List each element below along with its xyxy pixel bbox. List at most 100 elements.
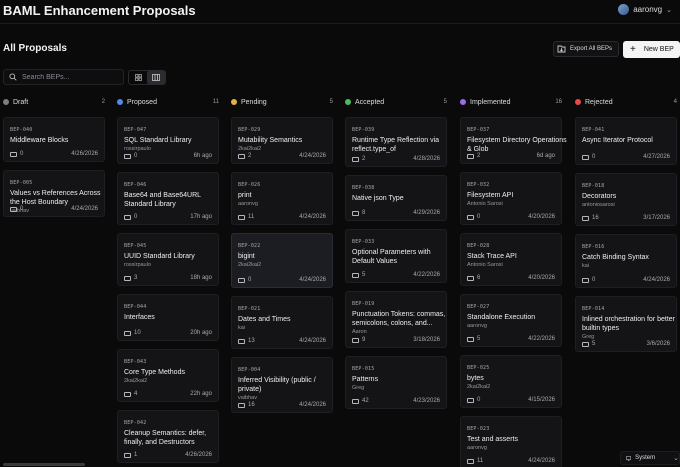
card-title: print <box>238 192 252 199</box>
card-id: BEP-041 <box>582 127 605 133</box>
proposal-card[interactable]: BEP-027 Standalone Execution aaronvg 5 4/22/… <box>460 294 562 347</box>
comment-count: 16 <box>238 402 255 408</box>
card-id: BEP-025 <box>467 365 490 371</box>
card-title: Optional Parameters with Default Values <box>352 249 431 265</box>
card-author: Greg <box>582 334 595 340</box>
comment-count-value: 9 <box>362 337 366 343</box>
comment-icon <box>124 214 131 220</box>
card-title: Cleanup Semantics: defer, finally, and D… <box>124 430 207 446</box>
proposal-card[interactable]: BEP-015 Patterns Greg 42 4/23/2026 <box>345 356 447 409</box>
proposal-card[interactable]: BEP-045 UUID Standard Library rossirpaulo 3… <box>117 233 219 286</box>
proposal-card[interactable]: BEP-021 Dates and Times kai 13 4/24/2026 <box>231 296 333 349</box>
proposal-card[interactable]: BEP-029 Mutability Semantics 2kai2kai2 2 4/2… <box>231 117 333 164</box>
proposal-card[interactable]: BEP-043 Core Type Methods 2kai2kai2 4 22h ag… <box>117 349 219 402</box>
card-author: rossirpaulo <box>124 146 151 152</box>
proposal-card[interactable]: BEP-032 Filesystem API Antonio Sarosi 0 4/20… <box>460 172 562 225</box>
card-date: 3/6/2026 <box>646 341 670 347</box>
comment-count: 8 <box>352 210 365 216</box>
card-author: 2kai2kai2 <box>467 384 491 390</box>
comment-icon <box>238 338 245 344</box>
status-dot <box>231 99 237 105</box>
search-input[interactable] <box>22 73 122 81</box>
comment-icon <box>582 215 589 221</box>
proposal-card[interactable]: BEP-023 Test and asserts aaronvg 11 4/24/202… <box>460 416 562 467</box>
search-box[interactable] <box>3 69 124 85</box>
proposal-card[interactable]: BEP-018 Decorators antoniosarosi 16 3/17/202… <box>575 173 677 226</box>
comment-count: 5 <box>582 341 595 347</box>
comment-icon <box>352 337 359 343</box>
proposal-card[interactable]: BEP-014 Inlined orchestration for better … <box>575 296 677 352</box>
card-id: BEP-023 <box>467 426 490 432</box>
card-id: BEP-039 <box>352 127 375 133</box>
comment-count: 2 <box>238 153 251 159</box>
card-title: bigint <box>238 253 255 260</box>
comment-icon <box>582 154 589 160</box>
column-count: 5 <box>329 99 333 105</box>
comment-icon <box>238 402 245 408</box>
proposal-card[interactable]: BEP-005 Values vs References Across the H… <box>3 170 105 217</box>
card-id: BEP-019 <box>352 301 375 307</box>
search-icon <box>9 73 17 81</box>
proposal-card[interactable]: BEP-033 Optional Parameters with Default … <box>345 229 447 283</box>
card-author: Antonio Sarosi <box>467 201 503 207</box>
proposal-card[interactable]: BEP-037 Filesystem Directory Operations &… <box>460 117 567 164</box>
horizontal-scrollbar[interactable] <box>3 463 85 466</box>
card-date: 4/24/2026 <box>643 277 670 283</box>
grid-view-button[interactable] <box>129 71 147 84</box>
card-date: 4/29/2026 <box>413 210 440 216</box>
proposal-card[interactable]: BEP-004 Inferred Visibility (public / pri… <box>231 357 333 413</box>
comment-count-value: 2 <box>477 153 481 159</box>
card-title: Catch Binding Syntax <box>582 254 649 261</box>
card-id: BEP-021 <box>238 306 261 312</box>
proposal-card[interactable]: BEP-022 bigint 2kai2kai2 0 4/24/2026 <box>231 233 333 288</box>
proposal-card[interactable]: BEP-041 Async Iterator Protocol 0 4/27/2026 <box>575 117 677 165</box>
column-count: 5 <box>443 99 447 105</box>
comment-count-value: 0 <box>248 277 252 283</box>
theme-selector[interactable]: System ⌄ <box>620 451 680 465</box>
proposal-card[interactable]: BEP-047 SQL Standard Library rossirpaulo 0 6… <box>117 117 219 164</box>
chevron-down-icon: ⌄ <box>673 455 679 462</box>
proposal-card[interactable]: BEP-028 Stack Trace API Antonio Sarosi 6 4/2… <box>460 233 562 286</box>
proposal-card[interactable]: BEP-016 Catch Binding Syntax kai 0 4/24/2026 <box>575 234 677 288</box>
card-author: 2kai2kai2 <box>238 262 262 268</box>
comment-icon <box>467 458 474 464</box>
proposal-card[interactable]: BEP-038 Native json Type 8 4/29/2026 <box>345 175 447 221</box>
proposal-card[interactable]: BEP-026 print aaronvg 11 4/24/2026 <box>231 172 333 225</box>
comment-icon <box>352 272 359 278</box>
board-view-button[interactable] <box>147 71 165 84</box>
comment-count-value: 6 <box>477 275 481 281</box>
comment-count: 5 <box>467 336 480 342</box>
comment-count: 0 <box>124 214 137 220</box>
comment-count-value: 10 <box>134 330 141 336</box>
comment-count: 11 <box>467 458 483 464</box>
proposal-card[interactable]: BEP-025 bytes 2kai2kai2 0 4/15/2026 <box>460 355 562 408</box>
user-menu[interactable]: aaronvg ⌄ <box>618 4 672 15</box>
card-title: Interfaces <box>124 314 155 321</box>
proposal-card[interactable]: BEP-042 Cleanup Semantics: defer, finally… <box>117 410 219 463</box>
proposal-card[interactable]: BEP-040 Middleware Blocks 0 4/26/2026 <box>3 117 105 162</box>
status-dot <box>460 99 466 105</box>
new-bep-button[interactable]: + New BEP <box>623 41 680 58</box>
card-date: 6d ago <box>536 153 555 159</box>
card-date: 4/24/2026 <box>528 458 555 464</box>
proposal-card[interactable]: BEP-019 Punctuation Tokens: commas, semic… <box>345 291 447 348</box>
card-id: BEP-027 <box>467 304 490 310</box>
column-header-implemented: Implemented 16 <box>460 97 562 107</box>
proposal-card[interactable]: BEP-039 Runtime Type Reflection via refle… <box>345 117 447 167</box>
card-date: 4/28/2026 <box>413 156 440 162</box>
comment-count: 0 <box>10 151 23 157</box>
comment-icon <box>467 397 474 403</box>
export-all-button[interactable]: Export All BEPs <box>553 41 619 57</box>
proposal-card[interactable]: BEP-044 Interfaces 10 20h ago <box>117 294 219 341</box>
card-author: Antonio Sarosi <box>467 262 503 268</box>
card-id: BEP-045 <box>124 243 147 249</box>
comment-icon <box>124 391 131 397</box>
top-bar: BAML Enhancement Proposals aaronvg ⌄ <box>0 0 680 24</box>
comment-count: 0 <box>238 277 251 283</box>
card-id: BEP-014 <box>582 306 605 312</box>
card-author: aaronvg <box>467 323 487 329</box>
card-date: 4/15/2026 <box>528 397 555 403</box>
card-title: Punctuation Tokens: commas, semicolons, … <box>352 311 446 327</box>
card-id: BEP-004 <box>238 367 261 373</box>
proposal-card[interactable]: BEP-046 Base64 and Base64URL Standard Lib… <box>117 172 219 225</box>
